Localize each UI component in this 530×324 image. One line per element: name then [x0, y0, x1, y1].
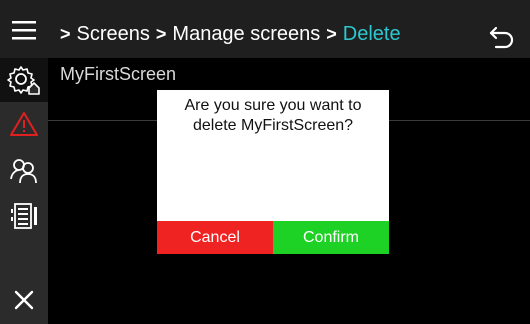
dialog-message: Are you sure you want to delete MyFirstS…	[184, 97, 362, 134]
back-arrow-icon	[489, 26, 514, 49]
breadcrumb: > Screens > Manage screens > Delete	[54, 20, 401, 48]
sidebar-item-users[interactable]	[0, 148, 48, 192]
sidebar-item-devices[interactable]	[0, 194, 48, 238]
device-list-icon	[11, 203, 37, 229]
breadcrumb-separator: >	[326, 23, 337, 44]
menu-button[interactable]	[6, 12, 42, 48]
users-icon	[10, 159, 37, 184]
dialog-button-row: Cancel Confirm	[157, 221, 389, 254]
header-bar: > Screens > Manage screens > Delete	[0, 0, 530, 58]
back-button[interactable]	[488, 22, 516, 50]
sidebar-item-settings[interactable]	[0, 58, 48, 102]
sidebar	[0, 58, 48, 324]
breadcrumb-separator: >	[155, 23, 167, 44]
screen-name-label: MyFirstScreen	[60, 64, 177, 84]
close-icon	[14, 290, 34, 310]
breadcrumb-item-screens[interactable]: Screens	[77, 23, 150, 46]
settings-home-icon	[7, 66, 40, 95]
confirm-button[interactable]: Confirm	[273, 221, 389, 254]
breadcrumb-item-manage-screens[interactable]: Manage screens	[172, 23, 320, 46]
app-root: > Screens > Manage screens > Delete MyFi…	[0, 0, 530, 324]
cancel-button[interactable]: Cancel	[157, 221, 273, 254]
breadcrumb-separator: >	[60, 23, 71, 44]
hamburger-menu-icon	[12, 21, 36, 40]
confirm-dialog: Are you sure you want to delete MyFirstS…	[157, 90, 389, 254]
close-button[interactable]	[0, 276, 48, 324]
breadcrumb-item-delete: Delete	[342, 22, 401, 45]
sidebar-item-alarms[interactable]	[0, 102, 48, 146]
warning-triangle-icon	[10, 112, 38, 136]
